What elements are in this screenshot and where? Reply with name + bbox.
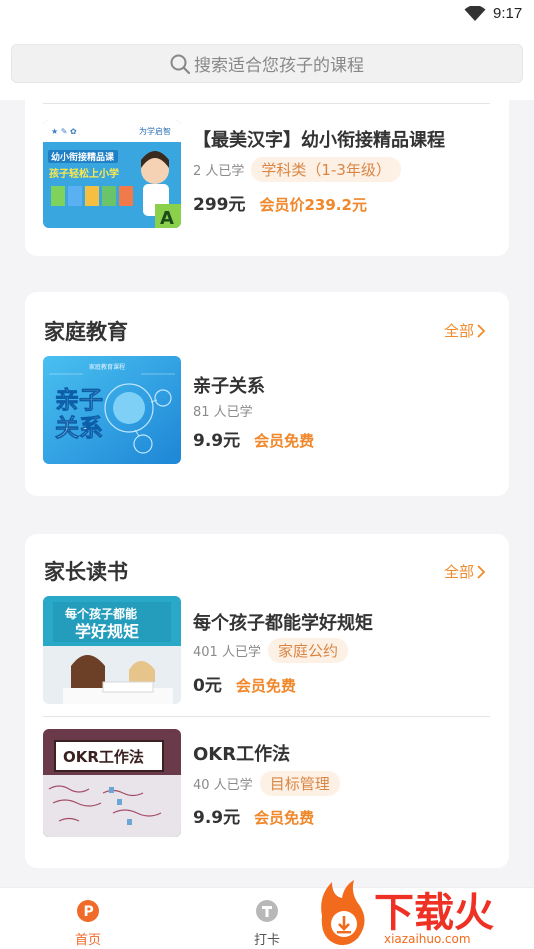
status-bar: 9:17 — [0, 0, 534, 30]
member-price: 会员免费 — [235, 677, 296, 695]
view-all-label: 全部 — [443, 322, 474, 340]
svg-text:★ ✎ ✿: ★ ✎ ✿ — [51, 127, 77, 136]
course-meta: 2 人已学 学科类（1-3年级） — [193, 157, 401, 182]
watermark-logo: 下载火 xiazaihuo.com — [314, 876, 534, 949]
course-price: 0元 — [193, 676, 222, 696]
thumb-line2: 学好规矩 — [75, 622, 139, 641]
member-price: 会员免费 — [254, 809, 315, 827]
search-placeholder: 搜索适合您孩子的课程 — [194, 56, 364, 76]
watermark-brand: 下载火 — [374, 890, 494, 936]
thumb-letter: A — [160, 208, 174, 228]
course-thumbnail[interactable]: OKR工作法 — [43, 729, 181, 837]
watermark-url: xiazaihuo.com — [384, 932, 471, 946]
course-price: 299元 — [193, 195, 246, 215]
section-family-education: 家庭教育 全部 家庭教育课程 亲子 关系 亲子关系 81 人已学 9.9元 会员… — [25, 292, 509, 496]
thumb-brand: 为学启智 — [139, 126, 171, 136]
section-parent-reading: 家长读书 全部 每个孩子都能 学好规矩 每个孩子都能学好规矩 401 人已学 家… — [25, 534, 509, 868]
course-title[interactable]: 【最美汉字】幼小衔接精品课程 — [193, 126, 445, 152]
course-meta: 81 人已学 — [193, 401, 260, 420]
price-row: 299元 会员价239.2元 — [193, 190, 367, 215]
thumb-line2: 关系 — [55, 414, 103, 442]
course-thumbnail[interactable]: ★ ✎ ✿ 为学启智 幼小衔接精品课 孩子轻松上小学 A — [43, 120, 181, 228]
chevron-right-icon — [477, 564, 485, 579]
price-row: 0元 会员免费 — [193, 671, 296, 696]
course-price: 9.9元 — [193, 431, 241, 451]
member-price: 会员价239.2元 — [259, 196, 367, 214]
thumb-line1: 每个孩子都能 — [65, 606, 137, 621]
price-row: 9.9元 会员免费 — [193, 803, 314, 828]
checkin-icon — [255, 899, 279, 927]
course-price: 9.9元 — [193, 808, 241, 828]
thumb-line1: 幼小衔接精品课 — [51, 151, 115, 163]
learner-count: 2 人已学 — [193, 164, 245, 179]
price-row: 9.9元 会员免费 — [193, 426, 314, 451]
svg-text:P: P — [84, 904, 94, 920]
course-title[interactable]: 每个孩子都能学好规矩 — [193, 609, 373, 635]
home-p-icon: P — [76, 899, 100, 927]
course-tag: 目标管理 — [259, 771, 340, 796]
learner-count: 40 人已学 — [193, 778, 253, 793]
view-all-link[interactable]: 全部 — [444, 561, 485, 582]
divider — [43, 716, 490, 717]
search-input[interactable]: 搜索适合您孩子的课程 — [11, 44, 523, 83]
view-all-label: 全部 — [443, 563, 474, 581]
divider — [43, 103, 490, 104]
course-meta: 40 人已学 目标管理 — [193, 771, 340, 796]
chevron-right-icon — [477, 323, 485, 338]
wifi-icon — [464, 5, 486, 26]
status-time: 9:17 — [493, 5, 523, 22]
view-all-link[interactable]: 全部 — [444, 320, 485, 341]
course-thumbnail[interactable]: 每个孩子都能 学好规矩 — [43, 596, 181, 704]
course-title[interactable]: OKR工作法 — [193, 740, 290, 766]
learner-count: 401 人已学 — [193, 645, 261, 660]
tab-label: 首页 — [75, 933, 102, 948]
thumb-header: 家庭教育课程 — [89, 363, 125, 371]
section-title: 家长读书 — [44, 560, 128, 584]
learner-count: 81 人已学 — [193, 405, 253, 420]
tab-checkin[interactable]: 打卡 — [254, 899, 280, 948]
section-title: 家庭教育 — [44, 320, 128, 344]
search-icon — [170, 54, 190, 74]
course-title[interactable]: 亲子关系 — [193, 372, 265, 398]
tab-home[interactable]: P 首页 — [75, 899, 101, 948]
course-thumbnail[interactable]: 家庭教育课程 亲子 关系 — [43, 356, 181, 464]
course-card-top: ★ ✎ ✿ 为学启智 幼小衔接精品课 孩子轻松上小学 A 【最美汉字】幼小衔接精… — [25, 86, 509, 256]
course-tag: 学科类（1-3年级） — [251, 157, 401, 182]
thumb-line1: 亲子 — [55, 386, 103, 414]
member-price: 会员免费 — [254, 432, 315, 450]
tab-label: 打卡 — [254, 933, 281, 948]
thumb-line2: 孩子轻松上小学 — [49, 167, 119, 180]
thumb-line1: OKR工作法 — [63, 748, 144, 766]
course-meta: 401 人已学 家庭公约 — [193, 638, 348, 663]
course-tag: 家庭公约 — [267, 638, 348, 663]
